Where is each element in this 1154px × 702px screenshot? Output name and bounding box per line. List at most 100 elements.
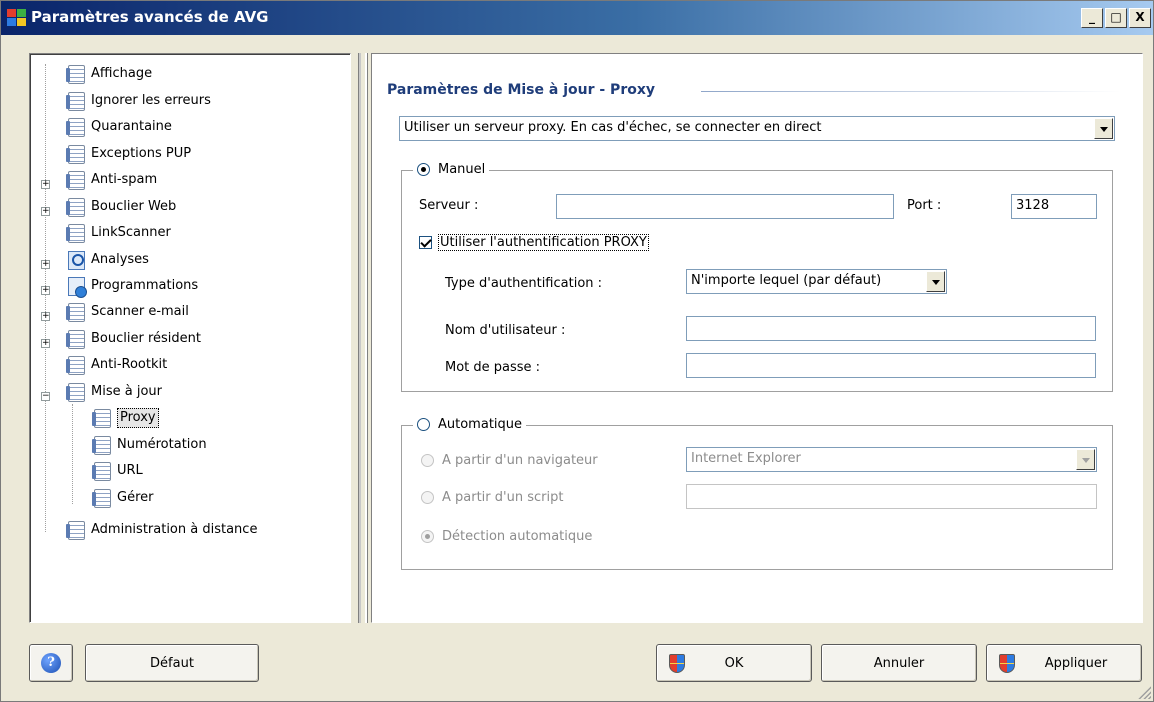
settings-window: Paramètres avancés de AVG _ □ X + + + + …: [0, 0, 1154, 702]
tree-item-gerer[interactable]: Gérer: [92, 486, 153, 510]
from-browser-radio[interactable]: [421, 454, 434, 467]
tree-connector: [45, 64, 46, 532]
chevron-down-icon[interactable]: [1094, 118, 1113, 139]
automatic-option[interactable]: Automatique: [413, 417, 527, 432]
apply-button[interactable]: Appliquer: [986, 644, 1142, 682]
expand-icon[interactable]: +: [41, 260, 50, 269]
expand-icon[interactable]: +: [41, 339, 50, 348]
help-button[interactable]: ?: [29, 644, 73, 682]
page-icon: [92, 408, 111, 428]
server-input[interactable]: [556, 194, 894, 219]
page-icon: [66, 302, 85, 322]
chevron-down-icon[interactable]: [926, 271, 945, 292]
tree-item-exceptions-pup[interactable]: Exceptions PUP: [66, 142, 191, 166]
page-icon: [66, 355, 85, 375]
expand-icon[interactable]: +: [41, 312, 50, 321]
tree-item-label: URL: [117, 463, 143, 478]
proxy-auth-checkbox[interactable]: [419, 236, 432, 249]
tree-item-label: Proxy: [117, 408, 159, 428]
tree-item-quarantaine[interactable]: Quarantaine: [66, 115, 172, 139]
collapse-icon[interactable]: −: [41, 392, 50, 401]
manual-option[interactable]: Manuel: [413, 162, 490, 177]
tree-item-mise-a-jour[interactable]: Mise à jour: [66, 380, 162, 404]
tree-item-ignorer-erreurs[interactable]: Ignorer les erreurs: [66, 89, 211, 113]
magnifier-icon: [68, 250, 85, 270]
expand-icon[interactable]: +: [41, 286, 50, 295]
from-browser-option[interactable]: A partir d'un navigateur: [421, 453, 598, 468]
tree-item-programmations[interactable]: Programmations: [68, 274, 198, 298]
resize-grip-icon[interactable]: [1137, 685, 1151, 699]
settings-tree[interactable]: + + + + + + − Affichage Ignorer les erre…: [29, 53, 351, 623]
tree-item-label: Anti-Rootkit: [91, 357, 168, 372]
section-title: Paramètres de Mise à jour - Proxy: [387, 82, 655, 98]
auth-type-select[interactable]: N'importe lequel (par défaut): [686, 269, 947, 294]
tree-item-proxy[interactable]: Proxy: [92, 406, 159, 430]
splitter-edge: [365, 53, 368, 623]
proxy-mode-value: Utiliser un serveur proxy. En cas d'éche…: [404, 120, 822, 135]
proxy-auth-option[interactable]: Utiliser l'authentification PROXY: [419, 234, 649, 251]
manual-label: Manuel: [438, 162, 486, 177]
tree-item-url[interactable]: URL: [92, 459, 143, 483]
auto-detect-radio[interactable]: [421, 530, 434, 543]
auto-detect-option[interactable]: Détection automatique: [421, 529, 592, 544]
from-browser-label: A partir d'un navigateur: [442, 453, 598, 468]
username-input[interactable]: [686, 316, 1096, 341]
tree-item-label: Scanner e-mail: [91, 304, 189, 319]
tree-item-numerotation[interactable]: Numérotation: [92, 433, 207, 457]
tree-item-affichage[interactable]: Affichage: [66, 62, 152, 86]
cancel-button[interactable]: Annuler: [821, 644, 977, 682]
tree-item-label: Mise à jour: [91, 384, 162, 399]
browser-value: Internet Explorer: [691, 451, 801, 466]
page-icon: [66, 170, 85, 190]
page-icon: [92, 461, 111, 481]
ok-button-label: OK: [724, 655, 744, 671]
minimize-button[interactable]: _: [1081, 8, 1103, 28]
expand-icon[interactable]: +: [41, 207, 50, 216]
tree-item-administration-distance[interactable]: Administration à distance: [66, 518, 258, 542]
tree-item-label: Quarantaine: [91, 119, 172, 134]
panel-splitter[interactable]: [354, 53, 370, 623]
maximize-button[interactable]: □: [1105, 8, 1127, 28]
tree-item-bouclier-resident[interactable]: Bouclier résident: [66, 327, 201, 351]
tree-item-label: Bouclier Web: [91, 199, 177, 214]
proxy-mode-select[interactable]: Utiliser un serveur proxy. En cas d'éche…: [399, 116, 1115, 141]
tree-item-anti-spam[interactable]: Anti-spam: [66, 168, 157, 192]
script-input[interactable]: [686, 484, 1097, 509]
tree-item-label: Bouclier résident: [91, 331, 201, 346]
tree-item-label: Ignorer les erreurs: [91, 93, 211, 108]
page-icon: [66, 64, 85, 84]
section-title-rule: [701, 91, 1121, 92]
page-icon: [66, 329, 85, 349]
tree-item-linkscanner[interactable]: LinkScanner: [66, 221, 171, 245]
tree-item-label: Administration à distance: [91, 522, 258, 537]
page-icon: [66, 197, 85, 217]
browser-select[interactable]: Internet Explorer: [686, 447, 1097, 472]
chevron-down-icon[interactable]: [1076, 449, 1095, 470]
automatic-radio[interactable]: [417, 418, 430, 431]
from-script-radio[interactable]: [421, 491, 434, 504]
auth-type-value: N'importe lequel (par défaut): [691, 273, 882, 288]
title-bar[interactable]: Paramètres avancés de AVG _ □ X: [1, 1, 1153, 35]
page-icon: [66, 91, 85, 111]
cancel-button-label: Annuler: [873, 655, 925, 671]
schedule-icon: [68, 276, 87, 298]
tree-item-scanner-email[interactable]: Scanner e-mail: [66, 300, 189, 324]
splitter-edge: [358, 53, 361, 623]
from-script-label: A partir d'un script: [442, 490, 564, 505]
tree-item-analyses[interactable]: Analyses: [68, 248, 149, 272]
auth-type-label: Type d'authentification :: [445, 276, 603, 291]
apply-button-label: Appliquer: [1044, 655, 1108, 671]
tree-item-bouclier-web[interactable]: Bouclier Web: [66, 195, 177, 219]
default-button-label: Défaut: [150, 655, 194, 671]
expand-icon[interactable]: +: [41, 180, 50, 189]
close-button[interactable]: X: [1129, 8, 1151, 28]
manual-radio[interactable]: [417, 163, 430, 176]
server-label: Serveur :: [419, 198, 479, 213]
automatic-label: Automatique: [438, 417, 523, 432]
ok-button[interactable]: OK: [656, 644, 812, 682]
password-input[interactable]: [686, 353, 1096, 378]
default-button[interactable]: Défaut: [85, 644, 259, 682]
from-script-option[interactable]: A partir d'un script: [421, 490, 563, 505]
tree-item-anti-rootkit[interactable]: Anti-Rootkit: [66, 353, 168, 377]
port-input[interactable]: 3128: [1011, 194, 1097, 219]
